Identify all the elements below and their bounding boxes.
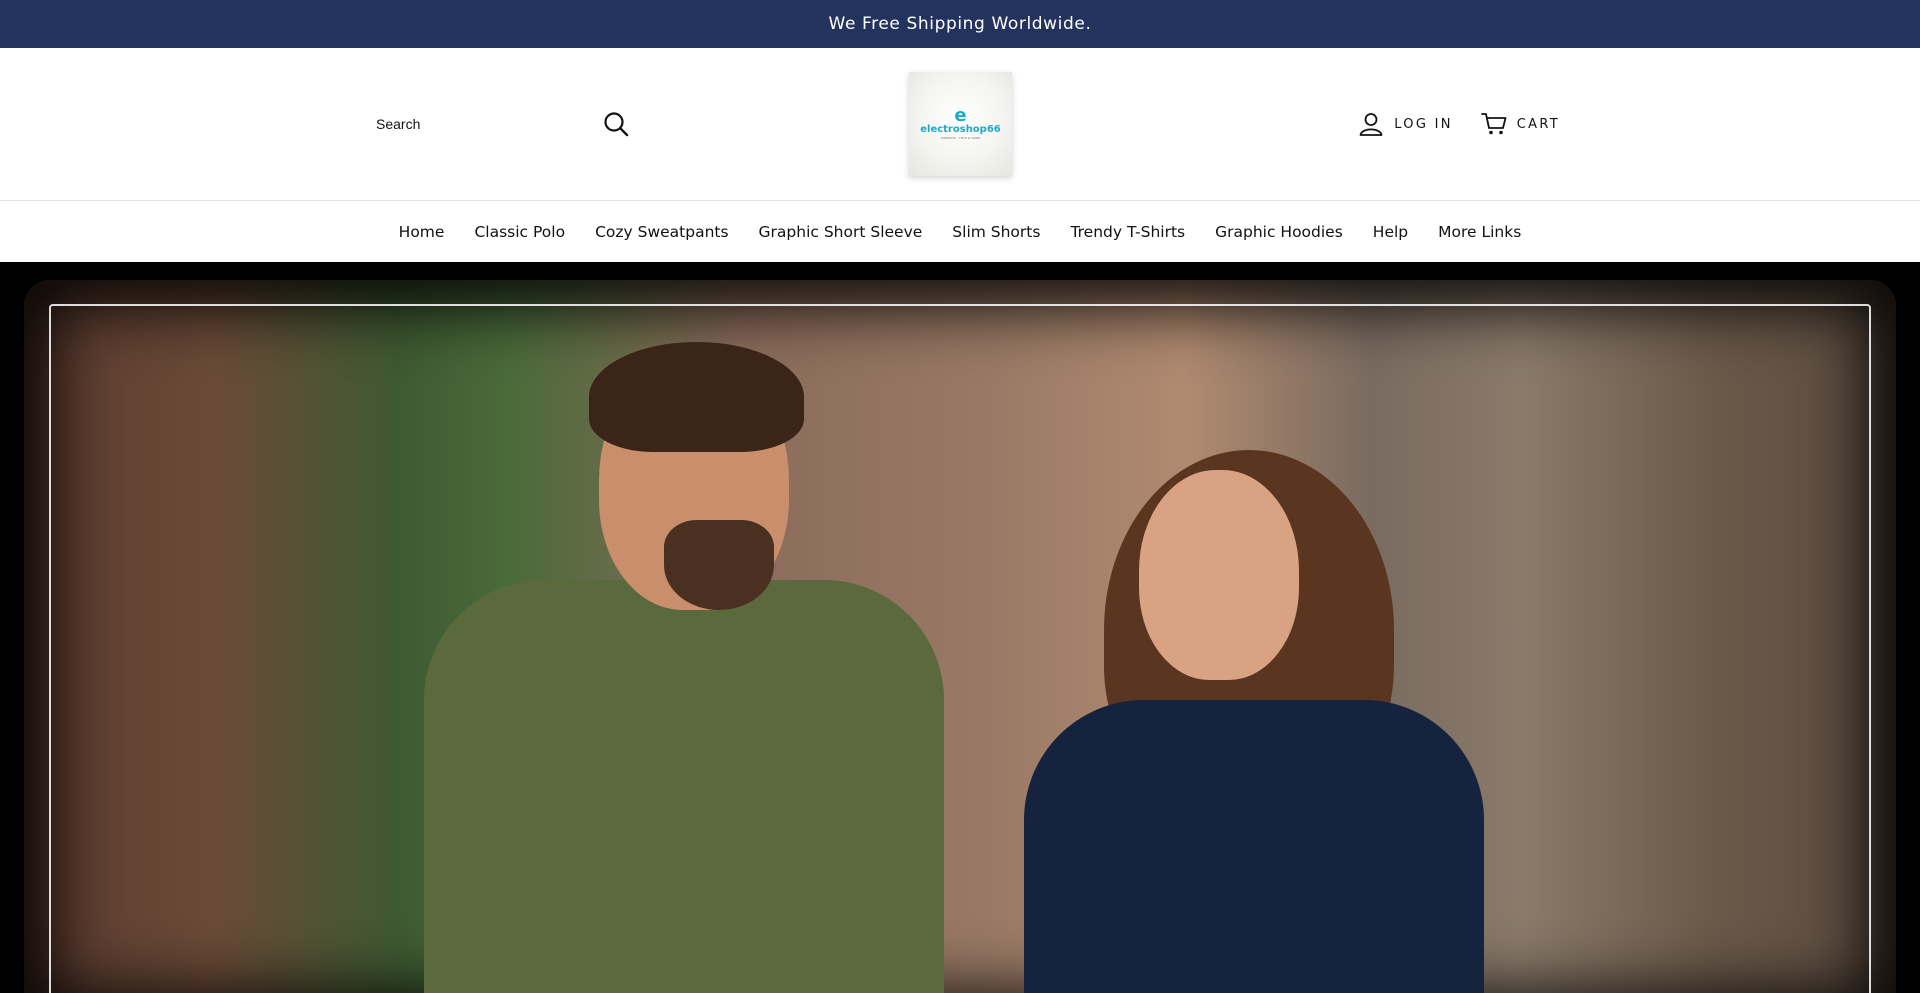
announcement-text: We Free Shipping Worldwide.	[828, 14, 1092, 34]
header-actions: LOG IN CART	[1358, 111, 1560, 137]
nav-item-more-links[interactable]: More Links	[1438, 223, 1521, 241]
cart-label: CART	[1516, 116, 1560, 132]
search-icon	[604, 112, 629, 137]
search-input[interactable]	[372, 116, 582, 132]
nav-item-graphic-short-sleeve[interactable]: Graphic Short Sleeve	[759, 223, 923, 241]
cart-link[interactable]: CART	[1480, 112, 1560, 136]
logo-tagline: WIRELESS · TECH & MORE	[940, 135, 981, 140]
hero-banner[interactable]	[0, 262, 1920, 993]
nav-item-classic-polo[interactable]: Classic Polo	[474, 223, 565, 241]
nav-item-trendy-t-shirts[interactable]: Trendy T-Shirts	[1070, 223, 1185, 241]
cart-icon	[1480, 113, 1507, 135]
login-link[interactable]: LOG IN	[1358, 111, 1453, 137]
hero-frame-border	[49, 304, 1871, 993]
search-button[interactable]	[602, 110, 630, 138]
site-logo[interactable]: e electroshop66 WIRELESS · TECH & MORE	[909, 72, 1012, 176]
announcement-bar: We Free Shipping Worldwide.	[0, 0, 1920, 48]
nav-item-home[interactable]: Home	[399, 223, 445, 241]
nav-item-slim-shorts[interactable]: Slim Shorts	[952, 223, 1040, 241]
nav-item-help[interactable]: Help	[1373, 223, 1408, 241]
logo-wordmark: electroshop66	[920, 123, 1001, 135]
nav-item-graphic-hoodies[interactable]: Graphic Hoodies	[1215, 223, 1343, 241]
search-form	[372, 102, 630, 146]
user-icon	[1359, 113, 1383, 136]
login-label: LOG IN	[1394, 116, 1453, 132]
main-nav: Home Classic Polo Cozy Sweatpants Graphi…	[0, 201, 1920, 262]
site-header: e electroshop66 WIRELESS · TECH & MORE L…	[0, 48, 1920, 201]
nav-item-cozy-sweatpants[interactable]: Cozy Sweatpants	[595, 223, 728, 241]
logo-initial: e	[954, 104, 967, 126]
